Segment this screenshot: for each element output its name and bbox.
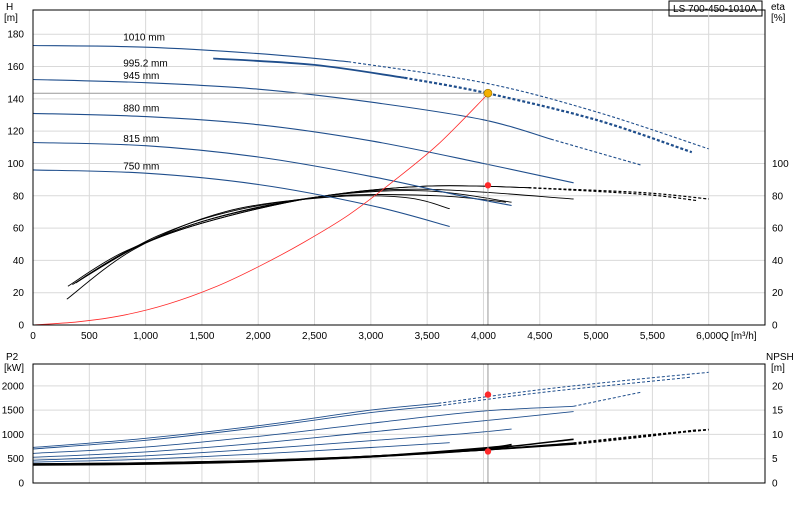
npsh-y-tick-label-2: 10	[772, 430, 784, 441]
y2-axis-title-eta: eta	[771, 2, 785, 13]
eta-curve-solid-1	[72, 185, 529, 285]
y-axis-title-head: H	[6, 2, 13, 13]
power-curve-solid-4	[32, 428, 512, 461]
x-axis-title: Q	[721, 331, 729, 342]
x-tick-label-6: 3,000	[358, 331, 383, 342]
x-tick-label-5: 2,500	[302, 331, 327, 342]
power-curve-dashed-1	[438, 376, 692, 407]
x-axis-unit: [m³/h]	[731, 331, 757, 342]
head-y-tick-label-3: 60	[13, 224, 25, 235]
power-y-tick-label-2: 1000	[2, 430, 25, 441]
power-y-tick-label-3: 1500	[2, 406, 25, 417]
head-curve-dashed-0	[348, 61, 709, 150]
diameter-label-5: 750 mm	[123, 162, 159, 173]
x-tick-label-0: 0	[30, 331, 36, 342]
eta-y-tick-label-5: 100	[772, 159, 789, 170]
head-y-tick-label-7: 140	[7, 94, 24, 105]
power-point-marker	[484, 391, 492, 398]
eta-y-tick-label-3: 60	[772, 224, 784, 235]
head-curve-solid-0	[32, 44, 349, 63]
npsh-y-tick-label-1: 5	[772, 454, 778, 465]
efficiency-point-marker	[484, 182, 492, 189]
head-curve-solid-1	[213, 57, 405, 79]
x-tick-label-1: 500	[81, 331, 98, 342]
diameter-label-0: 1010 mm	[123, 32, 165, 43]
head-curve-solid-3	[32, 112, 574, 184]
eta-curve-dashed-1	[528, 187, 698, 202]
diameter-label-1: 995.2 mm	[123, 58, 167, 69]
x-tick-label-8: 4,000	[471, 331, 496, 342]
head-curve-solid-5	[32, 169, 450, 228]
eta-y-tick-label-4: 80	[772, 191, 784, 202]
power-frame	[32, 363, 766, 484]
head-y-tick-label-0: 0	[18, 321, 24, 332]
y-axis-unit-power: [kW]	[4, 363, 24, 374]
diameter-label-4: 815 mm	[123, 134, 159, 145]
eta-y-tick-label-0: 0	[772, 321, 778, 332]
power-y-tick-label-4: 2000	[2, 381, 25, 392]
eta-curve-solid-3	[80, 190, 512, 281]
y2-axis-unit-npsh: [m]	[771, 363, 785, 374]
head-y-tick-label-4: 80	[13, 191, 25, 202]
y-axis-unit-head: [m]	[4, 13, 18, 24]
head-y-tick-label-5: 100	[7, 159, 24, 170]
x-tick-label-10: 5,000	[584, 331, 609, 342]
diameter-label-2: 945 mm	[123, 71, 159, 82]
operating-point-marker	[483, 88, 493, 98]
diameter-label-3: 880 mm	[123, 104, 159, 115]
head-y-tick-label-8: 160	[7, 62, 24, 73]
head-y-tick-label-9: 180	[7, 30, 24, 41]
y-axis-title-power: P2	[6, 352, 19, 363]
x-tick-label-11: 5,500	[640, 331, 665, 342]
x-tick-label-9: 4,500	[527, 331, 552, 342]
x-tick-label-2: 1,000	[133, 331, 158, 342]
npsh-y-tick-label-3: 15	[772, 406, 784, 417]
x-tick-label-4: 2,000	[246, 331, 271, 342]
eta-y-tick-label-2: 40	[772, 256, 784, 267]
head-y-tick-label-2: 40	[13, 256, 25, 267]
head-y-tick-label-1: 20	[13, 288, 25, 299]
x-tick-label-3: 1,500	[189, 331, 214, 342]
npsh-y-tick-label-4: 20	[772, 381, 784, 392]
pump-curve-chart: LS 700-450-1010A H [m] eta [%] Q [m³/h] …	[2, 0, 794, 490]
y2-axis-title-npsh: NPSH	[766, 352, 794, 363]
power-y-tick-label-0: 0	[18, 479, 24, 490]
power-curve-dashed-2	[573, 391, 642, 407]
npsh-y-tick-label-0: 0	[772, 479, 778, 490]
npsh-point-marker	[484, 448, 492, 455]
x-tick-label-7: 3,500	[415, 331, 440, 342]
head-y-tick-label-6: 120	[7, 127, 24, 138]
system-curve	[32, 93, 489, 326]
power-y-tick-label-1: 500	[7, 454, 24, 465]
x-tick-label-12: 6,000	[696, 331, 721, 342]
eta-y-tick-label-1: 20	[772, 288, 784, 299]
power-curve-dashed-0	[438, 371, 709, 404]
y2-axis-unit-eta: [%]	[771, 13, 786, 24]
power-curve-solid-2	[32, 405, 574, 454]
head-curve-dashed-1	[404, 76, 693, 154]
npsh-curve-dashed-1	[573, 429, 698, 445]
